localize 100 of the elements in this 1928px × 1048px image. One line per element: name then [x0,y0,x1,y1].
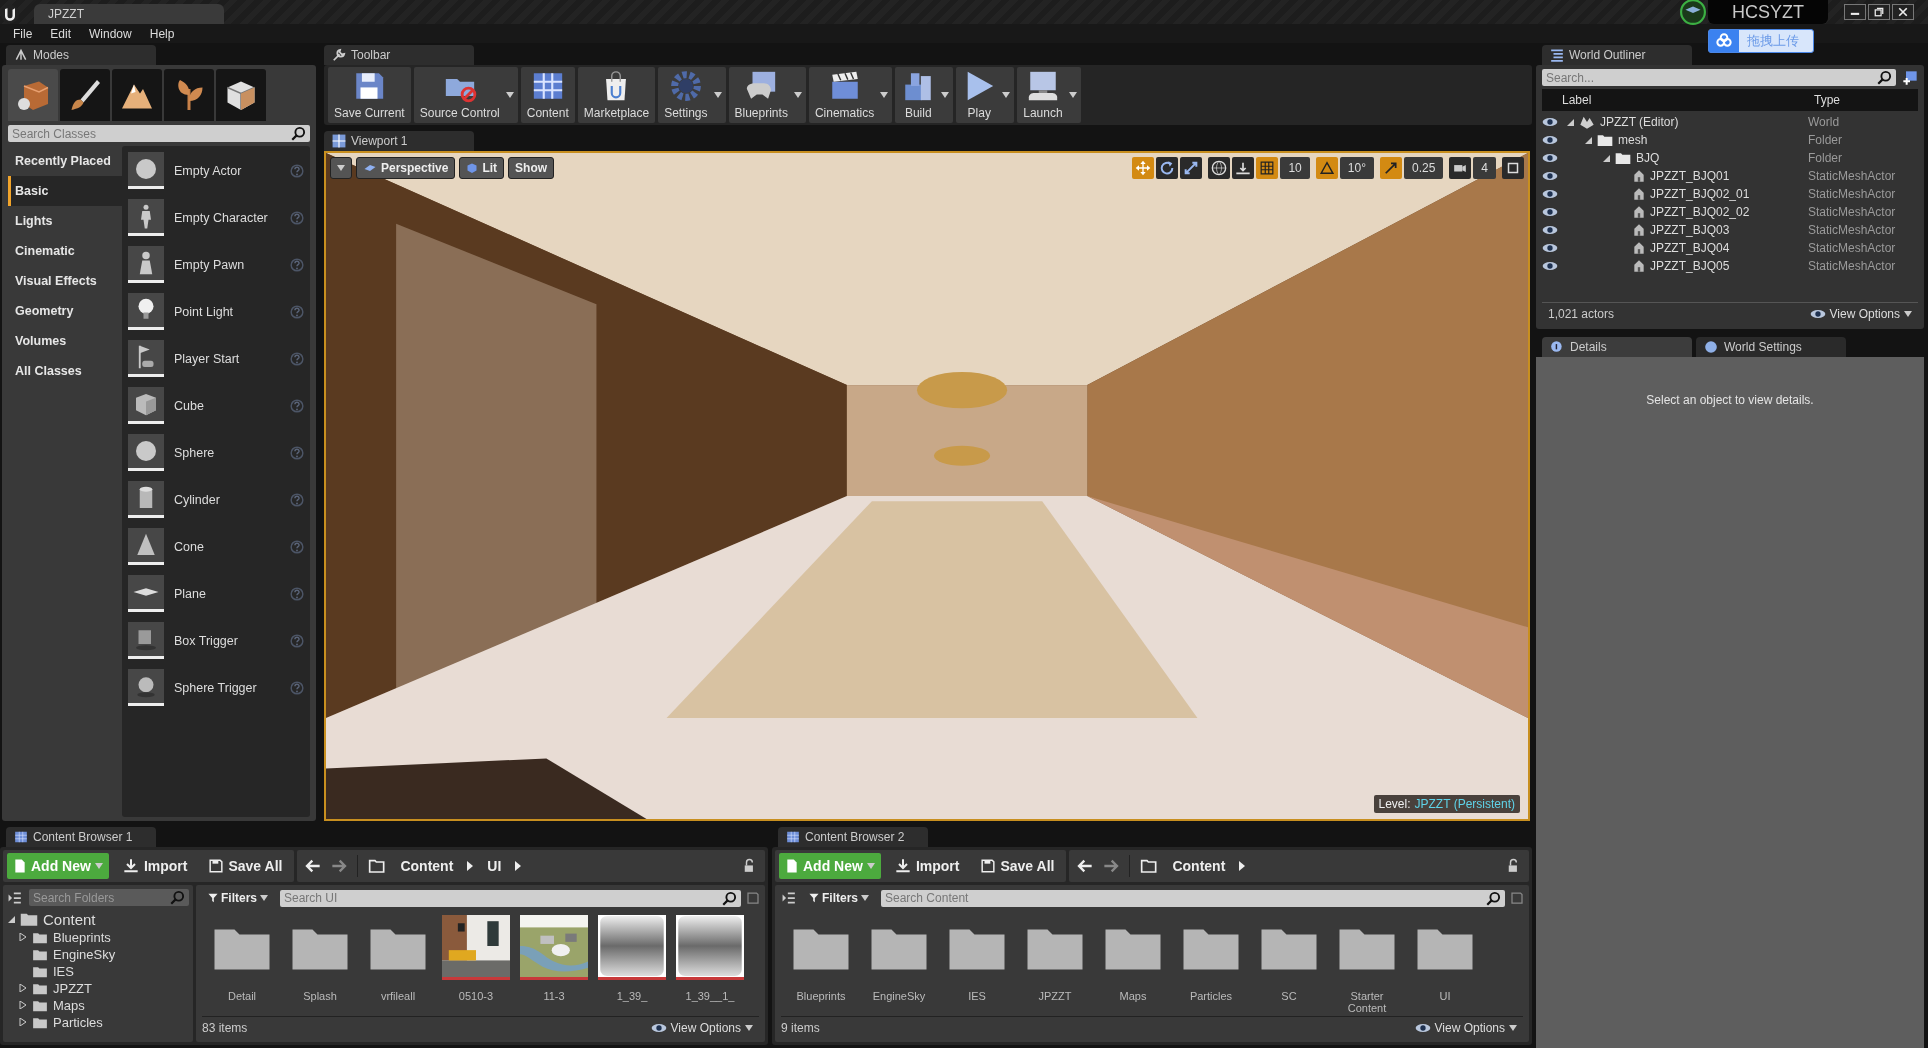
view-menu-button[interactable] [330,157,352,179]
path-crumb[interactable]: Content [1168,858,1230,874]
filters-button[interactable]: Filters [803,890,875,906]
panel-tab[interactable]: World Settings [1696,337,1846,357]
asset-name[interactable]: vrfileall [380,990,416,1003]
toolbar-button[interactable]: Save Current [328,67,411,123]
view-options-button[interactable]: View Options [644,1020,759,1036]
caret-icon[interactable] [713,92,722,98]
viewport-button[interactable]: Lit [459,157,505,179]
path-crumb[interactable]: Content [396,858,458,874]
actor-class-name[interactable]: Sphere Trigger [174,680,280,695]
mode-tab[interactable] [216,69,266,121]
caret-icon[interactable] [505,92,514,98]
save-all-button[interactable]: Save All [201,858,291,874]
panel-tab[interactable]: Modes [6,45,156,65]
viewport-button[interactable]: Perspective [356,157,456,179]
asset-name[interactable]: Starter Content [1331,990,1403,1015]
snap-toggle[interactable] [1256,157,1279,179]
actor-label[interactable]: JPZZT_BJQ05 [1650,259,1730,273]
actor-label[interactable]: BJQ [1636,151,1660,165]
column-header[interactable]: Label [1542,93,1814,107]
folder-name[interactable]: Maps [53,997,85,1013]
folder-name[interactable]: Content [43,910,96,928]
category-tab[interactable]: Lights [8,206,122,236]
import-button[interactable]: Import [114,858,196,874]
toolbar-button[interactable]: Content [520,67,575,123]
actor-label[interactable]: JPZZT (Editor) [1600,115,1679,129]
actor-thumbnail[interactable] [128,575,164,612]
snap-toggle[interactable] [1379,157,1402,179]
panel-tab[interactable]: Toolbar [324,45,474,65]
actor-thumbnail[interactable] [128,434,164,471]
menu-item[interactable]: Help [140,26,184,41]
panel-tab[interactable]: Content Browser 2 [778,827,928,847]
expander-arrow-icon[interactable] [19,933,27,941]
folder-name[interactable]: IES [53,963,74,979]
actor-thumbnail[interactable] [128,481,164,518]
actor-label[interactable]: JPZZT_BJQ01 [1650,169,1730,183]
expander-arrow-icon[interactable] [19,1018,27,1026]
actor-thumbnail[interactable] [128,387,164,424]
snap-toggle[interactable] [1315,157,1338,179]
actor-class-name[interactable]: Player Start [174,351,280,366]
asset-name[interactable]: UI [1439,990,1451,1003]
actor-thumbnail[interactable] [128,152,164,189]
expander-arrow-icon[interactable] [1584,136,1592,144]
snap-value[interactable]: 4 [1473,157,1496,179]
folder-name[interactable]: EngineSky [53,946,116,962]
transform-tool[interactable] [1180,157,1203,179]
actor-thumbnail[interactable] [128,199,164,236]
filters-button[interactable]: Filters [202,890,274,906]
actor-thumbnail[interactable] [128,293,164,330]
view-options-button[interactable]: View Options [1408,1020,1523,1036]
actor-class-name[interactable]: Cylinder [174,492,280,507]
actor-label[interactable]: mesh [1618,133,1648,147]
expander-arrow-icon[interactable] [19,984,27,992]
actor-thumbnail[interactable] [128,669,164,706]
actor-thumbnail[interactable] [128,246,164,283]
actor-label[interactable]: JPZZT_BJQ03 [1650,223,1730,237]
actor-thumbnail[interactable] [128,528,164,565]
asset-name[interactable]: 0510-3 [458,990,494,1003]
panel-tab[interactable]: Viewport 1 [324,131,474,151]
caret-icon[interactable] [793,92,802,98]
caret-icon[interactable] [1068,92,1077,98]
mode-tab[interactable] [112,69,162,121]
category-tab[interactable]: Cinematic [8,236,122,266]
asset-name[interactable]: 11-3 [543,990,565,1003]
viewport-button[interactable]: Show [508,157,555,179]
actor-class-name[interactable]: Box Trigger [174,633,280,648]
asset-name[interactable]: Particles [1189,990,1233,1003]
view-options-button[interactable]: View Options [1803,306,1918,322]
column-header[interactable]: Type [1814,93,1840,107]
panel-tab[interactable]: World Outliner [1542,45,1692,65]
asset-name[interactable]: 1_39_ [616,990,648,1003]
menu-item[interactable]: Window [80,26,141,41]
minimize-button[interactable] [1844,4,1866,20]
category-tab[interactable]: Volumes [8,326,122,356]
asset-name[interactable]: Blueprints [796,990,846,1003]
snap-toggle[interactable] [1449,157,1472,179]
menu-item[interactable]: Edit [41,26,81,41]
expander-arrow-icon[interactable] [7,915,15,923]
close-button[interactable] [1892,4,1914,20]
category-tab[interactable]: Recently Placed [8,146,122,176]
category-tab[interactable]: All Classes [8,356,122,386]
folder-name[interactable]: Particles [53,1014,103,1030]
actor-thumbnail[interactable] [128,622,164,659]
actor-class-name[interactable]: Empty Pawn [174,257,280,272]
save-all-button[interactable]: Save All [973,858,1063,874]
mode-tab[interactable] [60,69,110,121]
panel-tab[interactable]: Content Browser 1 [6,827,156,847]
asset-name[interactable]: 1_39__1_ [685,990,735,1003]
path-crumb[interactable]: UI [483,858,506,874]
actor-class-name[interactable]: Sphere [174,445,280,460]
category-tab[interactable]: Visual Effects [8,266,122,296]
actor-class-name[interactable]: Cone [174,539,280,554]
mode-tab[interactable] [164,69,214,121]
snap-value[interactable]: 10 [1280,157,1310,179]
caret-icon[interactable] [1002,92,1011,98]
snap-value[interactable]: 10° [1339,157,1374,179]
actor-label[interactable]: JPZZT_BJQ02_02 [1650,205,1750,219]
toolbar-button[interactable]: Marketplace [577,67,656,123]
expander-arrow-icon[interactable] [1566,118,1574,126]
